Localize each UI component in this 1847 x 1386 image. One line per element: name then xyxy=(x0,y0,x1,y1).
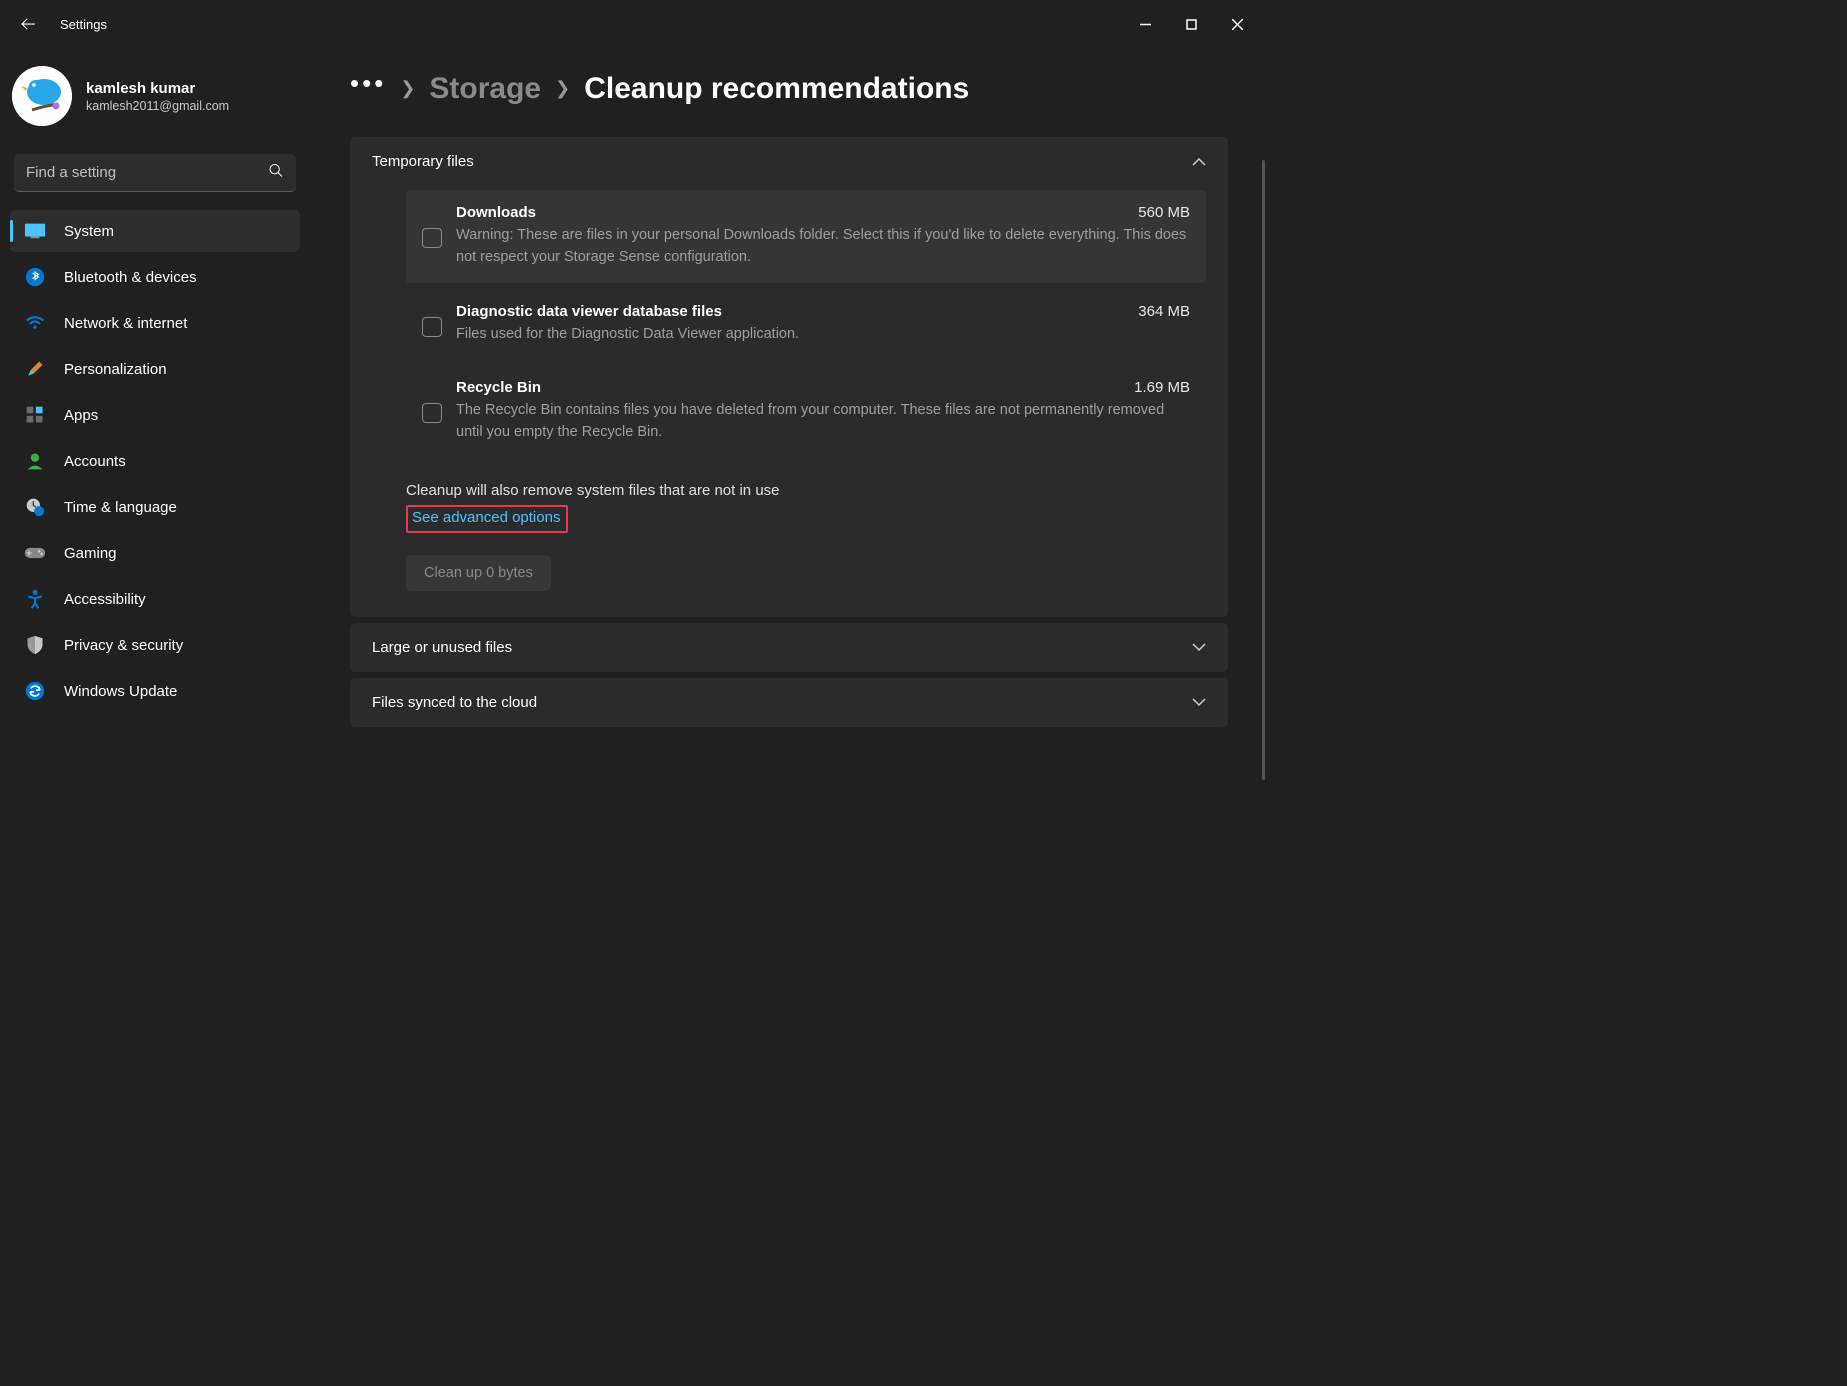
main-content: ••• ❯ Storage ❯ Cleanup recommendations … xyxy=(310,48,1268,937)
panel-synced-files: Files synced to the cloud xyxy=(350,678,1228,727)
maximize-icon xyxy=(1186,19,1197,30)
checkbox-downloads[interactable] xyxy=(422,228,442,248)
titlebar: Settings xyxy=(0,0,1268,48)
user-name: kamlesh kumar xyxy=(86,80,229,97)
panel-title: Files synced to the cloud xyxy=(372,694,537,711)
user-email: kamlesh2011@gmail.com xyxy=(86,99,229,113)
nav-item-system[interactable]: System xyxy=(10,210,300,252)
checkbox-recycle-bin[interactable] xyxy=(422,403,442,423)
user-block[interactable]: kamlesh kumar kamlesh2011@gmail.com xyxy=(10,48,300,146)
file-name: Recycle Bin xyxy=(456,379,541,396)
chevron-down-icon xyxy=(1192,694,1206,710)
file-size: 1.69 MB xyxy=(1134,379,1190,396)
chevron-down-icon xyxy=(1192,639,1206,655)
nav-item-accounts[interactable]: Accounts xyxy=(10,440,300,482)
nav-item-bluetooth[interactable]: Bluetooth & devices xyxy=(10,256,300,298)
breadcrumb-ellipsis[interactable]: ••• xyxy=(350,68,386,109)
search-wrap xyxy=(14,154,296,192)
person-icon xyxy=(24,450,46,472)
file-name: Downloads xyxy=(456,204,536,221)
search-input[interactable] xyxy=(14,154,296,192)
file-size: 364 MB xyxy=(1138,303,1190,320)
apps-icon xyxy=(24,404,46,426)
window-controls xyxy=(1122,8,1260,40)
sidebar: kamlesh kumar kamlesh2011@gmail.com Syst… xyxy=(0,48,310,937)
nav-label: Apps xyxy=(64,407,98,424)
nav-item-update[interactable]: Windows Update xyxy=(10,670,300,712)
file-desc: Warning: These are files in your persona… xyxy=(456,225,1190,269)
nav-label: Network & internet xyxy=(64,315,187,332)
nav-item-accessibility[interactable]: Accessibility xyxy=(10,578,300,620)
file-desc: The Recycle Bin contains files you have … xyxy=(456,400,1190,444)
panel-header-synced[interactable]: Files synced to the cloud xyxy=(350,678,1228,727)
nav-label: Bluetooth & devices xyxy=(64,269,197,286)
nav-label: Gaming xyxy=(64,545,117,562)
bluetooth-icon xyxy=(24,266,46,288)
panel-title: Large or unused files xyxy=(372,639,512,656)
breadcrumb: ••• ❯ Storage ❯ Cleanup recommendations xyxy=(350,68,1248,109)
back-button[interactable] xyxy=(8,4,48,44)
nav-item-apps[interactable]: Apps xyxy=(10,394,300,436)
nav-label: Time & language xyxy=(64,499,177,516)
close-button[interactable] xyxy=(1214,8,1260,40)
file-item-diagnostic: Diagnostic data viewer database files 36… xyxy=(406,289,1206,360)
panel-title: Temporary files xyxy=(372,153,474,170)
chevron-up-icon xyxy=(1192,154,1206,170)
chevron-right-icon: ❯ xyxy=(555,78,570,99)
breadcrumb-storage[interactable]: Storage xyxy=(429,72,541,106)
avatar-bird-icon xyxy=(12,66,72,126)
nav-label: Accounts xyxy=(64,453,126,470)
maximize-button[interactable] xyxy=(1168,8,1214,40)
minimize-icon xyxy=(1140,19,1151,30)
avatar xyxy=(12,66,72,126)
nav-label: Privacy & security xyxy=(64,637,183,654)
search-icon xyxy=(268,163,284,184)
close-icon xyxy=(1232,19,1243,30)
nav-item-network[interactable]: Network & internet xyxy=(10,302,300,344)
file-item-recycle-bin: Recycle Bin 1.69 MB The Recycle Bin cont… xyxy=(406,365,1206,458)
nav-label: Personalization xyxy=(64,361,167,378)
nav-label: Windows Update xyxy=(64,683,177,700)
update-icon xyxy=(24,680,46,702)
nav-list: System Bluetooth & devices Network & int… xyxy=(10,210,300,712)
advanced-options-highlight: See advanced options xyxy=(406,505,568,533)
nav-item-personalization[interactable]: Personalization xyxy=(10,348,300,390)
system-icon xyxy=(24,220,46,242)
nav-item-gaming[interactable]: Gaming xyxy=(10,532,300,574)
panel-header-temporary[interactable]: Temporary files xyxy=(350,137,1228,186)
nav-label: System xyxy=(64,223,114,240)
advanced-options-link[interactable]: See advanced options xyxy=(412,509,560,526)
panel-temporary-files: Temporary files Downloads 560 MB Warning… xyxy=(350,137,1228,617)
accessibility-icon xyxy=(24,588,46,610)
scrollbar[interactable] xyxy=(1262,160,1265,780)
wifi-icon xyxy=(24,312,46,334)
minimize-button[interactable] xyxy=(1122,8,1168,40)
panel-body-temporary: Downloads 560 MB Warning: These are file… xyxy=(350,186,1228,617)
app-title: Settings xyxy=(60,17,107,32)
shield-icon xyxy=(24,634,46,656)
gamepad-icon xyxy=(24,542,46,564)
arrow-left-icon xyxy=(19,15,37,33)
checkbox-diagnostic[interactable] xyxy=(422,317,442,337)
file-size: 560 MB xyxy=(1138,204,1190,221)
paintbrush-icon xyxy=(24,358,46,380)
file-name: Diagnostic data viewer database files xyxy=(456,303,722,320)
nav-item-time[interactable]: Time & language xyxy=(10,486,300,528)
panel-header-large[interactable]: Large or unused files xyxy=(350,623,1228,672)
file-item-downloads: Downloads 560 MB Warning: These are file… xyxy=(406,190,1206,283)
cleanup-button[interactable]: Clean up 0 bytes xyxy=(406,555,551,591)
nav-item-privacy[interactable]: Privacy & security xyxy=(10,624,300,666)
nav-label: Accessibility xyxy=(64,591,146,608)
page-title: Cleanup recommendations xyxy=(584,72,969,106)
file-desc: Files used for the Diagnostic Data Viewe… xyxy=(456,324,1190,346)
panel-large-files: Large or unused files xyxy=(350,623,1228,672)
clock-globe-icon xyxy=(24,496,46,518)
cleanup-note: Cleanup will also remove system files th… xyxy=(406,482,1206,499)
chevron-right-icon: ❯ xyxy=(400,78,415,99)
